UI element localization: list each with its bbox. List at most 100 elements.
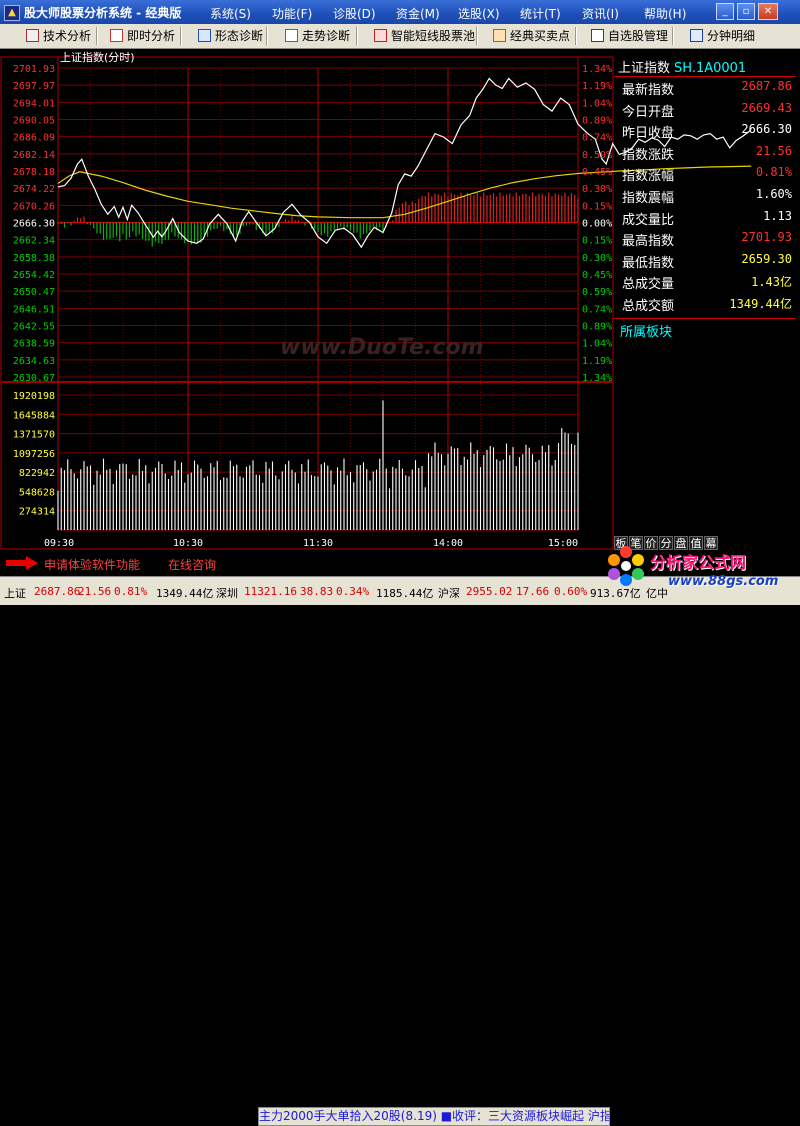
quote-row: 指数涨幅 0.81% <box>622 164 792 184</box>
price-tick-label: 2678.18 <box>13 167 55 178</box>
quote-row: 指数涨跌 21.56 <box>622 143 792 163</box>
menu-diagnose[interactable]: 诊股(D) <box>333 5 376 22</box>
pct-tick-label: 1.34% <box>582 64 612 75</box>
watchlist-button[interactable]: 自选股管理 <box>591 28 668 44</box>
price-tick-label: 2686.09 <box>13 133 55 144</box>
buy-sell-points-button[interactable]: 经典买卖点 <box>493 28 570 44</box>
pct-tick-label: 0.45% <box>582 167 612 178</box>
buy-sell-icon <box>493 29 506 42</box>
quote-value: 2687.86 <box>741 79 792 93</box>
price-tick-label: 2642.55 <box>13 322 55 333</box>
online-consult-link[interactable]: 在线咨询 <box>168 556 216 573</box>
trend-icon <box>285 29 298 42</box>
status-item: 17.66 <box>516 585 550 598</box>
index-code: SH.1A0001 <box>674 61 747 76</box>
trend-diagnose-button[interactable]: 走势诊断 <box>285 28 350 44</box>
quote-label: 最高指数 <box>622 234 675 250</box>
toolbar-separator <box>96 27 98 45</box>
arrow-icon <box>6 556 38 570</box>
realtime-line-icon <box>110 29 123 42</box>
status-item: 0.60% <box>554 585 588 598</box>
quote-label: 最低指数 <box>622 255 675 271</box>
trial-apply-link[interactable]: 申请体验软件功能 <box>44 556 140 573</box>
price-tick-label: 2694.01 <box>13 98 55 109</box>
quote-label: 成交量比 <box>622 212 675 228</box>
sector-divider <box>614 318 796 319</box>
tech-analysis-button[interactable]: 技术分析 <box>26 28 91 44</box>
quote-row: 今日开盘 2669.43 <box>622 100 792 120</box>
quote-label: 总成交额 <box>622 299 675 314</box>
menu-function[interactable]: 功能(F) <box>272 5 312 22</box>
pct-tick-label: 0.89% <box>582 116 612 127</box>
quote-label: 指数涨跌 <box>622 147 675 163</box>
stock-pool-icon <box>374 29 387 42</box>
pct-tick-label: 0.59% <box>582 150 612 161</box>
quote-row: 最新指数 2687.86 <box>622 78 792 98</box>
pattern-diagnose-button[interactable]: 形态诊断 <box>198 28 263 44</box>
time-tick-label: 09:30 <box>44 538 74 549</box>
menu-stock-select[interactable]: 选股(X) <box>458 5 500 22</box>
stock-pool-button[interactable]: 智能短线股票池 <box>374 28 475 44</box>
price-tick-label: 2670.26 <box>13 201 55 212</box>
menu-help[interactable]: 帮助(H) <box>644 5 686 22</box>
minimize-button[interactable]: _ <box>716 3 734 20</box>
pct-tick-label: 0.89% <box>582 322 612 333</box>
menu-news[interactable]: 资讯(I) <box>582 5 619 22</box>
pct-tick-label: 0.30% <box>582 253 612 264</box>
quote-value: 1.60% <box>755 187 792 201</box>
price-tick-label: 2658.38 <box>13 253 55 264</box>
pct-tick-label: 0.74% <box>582 304 612 315</box>
realtime-analysis-button[interactable]: 即时分析 <box>110 28 175 44</box>
brand-url[interactable]: www.88gs.com <box>668 574 778 589</box>
price-tick-label: 2638.59 <box>13 339 55 350</box>
app-icon[interactable]: ▲ <box>4 5 20 21</box>
price-tick-label: 2674.22 <box>13 184 55 195</box>
status-item: 上证 <box>4 587 26 600</box>
pct-tick-label: 0.30% <box>582 184 612 195</box>
quote-value: 2669.43 <box>741 100 792 115</box>
status-item: 0.34% <box>336 585 370 598</box>
menu-statistics[interactable]: 统计(T) <box>520 5 561 22</box>
menu-funds[interactable]: 资金(M) <box>396 5 440 22</box>
quote-value: 21.56 <box>755 143 792 158</box>
quote-row: 指数震幅 1.60% <box>622 186 792 206</box>
quote-value: 1.13 <box>763 208 792 223</box>
volume-tick-label: 1371570 <box>13 430 55 441</box>
close-button[interactable]: ✕ <box>758 3 778 20</box>
quote-value: 0.81% <box>755 165 792 180</box>
status-item: 沪深 <box>438 587 460 600</box>
price-tick-label: 2634.63 <box>13 356 55 367</box>
minute-detail-button[interactable]: 分钟明细 <box>690 28 755 44</box>
status-item: 1349.44亿 <box>156 587 214 600</box>
pct-tick-label: 1.34% <box>582 373 612 384</box>
pct-tick-label: 1.04% <box>582 339 612 350</box>
status-item: 21.56 <box>78 585 112 598</box>
price-tick-label: 2650.47 <box>13 287 55 298</box>
price-tick-label: 2690.05 <box>13 116 55 127</box>
pct-tick-label: 1.19% <box>582 81 612 92</box>
sector-board-title[interactable]: 所属板块 <box>620 321 672 340</box>
menu-system[interactable]: 系统(S) <box>210 5 251 22</box>
pct-tick-label: 0.15% <box>582 236 612 247</box>
toolbar-separator <box>180 27 182 45</box>
news-ticker[interactable]: 主力2000手大单拾入20股(8.19) ■收评：三大资源板块崛起 沪指上涨 <box>258 1107 610 1126</box>
quote-value: 1349.44亿 <box>729 297 792 311</box>
quote-label: 指数震幅 <box>622 191 675 206</box>
quote-panel: 上证指数 SH.1A0001 最新指数 2687.86 今日开盘 2669.43 昨日收盘… <box>614 56 796 536</box>
price-tick-label: 2682.14 <box>13 150 55 161</box>
pct-tick-label: 0.45% <box>582 270 612 281</box>
status-item: 2687.86 <box>34 585 81 598</box>
price-tick-label: 2701.93 <box>13 64 55 75</box>
volume-tick-label: 822942 <box>19 468 55 479</box>
restore-button[interactable]: ▫ <box>737 3 755 20</box>
quote-label: 今日开盘 <box>622 104 675 120</box>
status-item: 深圳 <box>216 587 238 600</box>
quote-label: 总成交量 <box>622 277 675 293</box>
quote-row: 最低指数 2659.30 <box>622 251 792 271</box>
toolbar: 技术分析 即时分析 形态诊断 走势诊断 智能短线股票池 经典买卖点 自选股管理 … <box>0 24 800 49</box>
toolbar-separator <box>672 27 674 45</box>
price-tick-label: 2654.42 <box>13 270 55 281</box>
pct-tick-label: 0.00% <box>582 219 612 230</box>
price-tick-label: 2666.30 <box>13 219 55 230</box>
chart-book-icon <box>26 29 39 42</box>
